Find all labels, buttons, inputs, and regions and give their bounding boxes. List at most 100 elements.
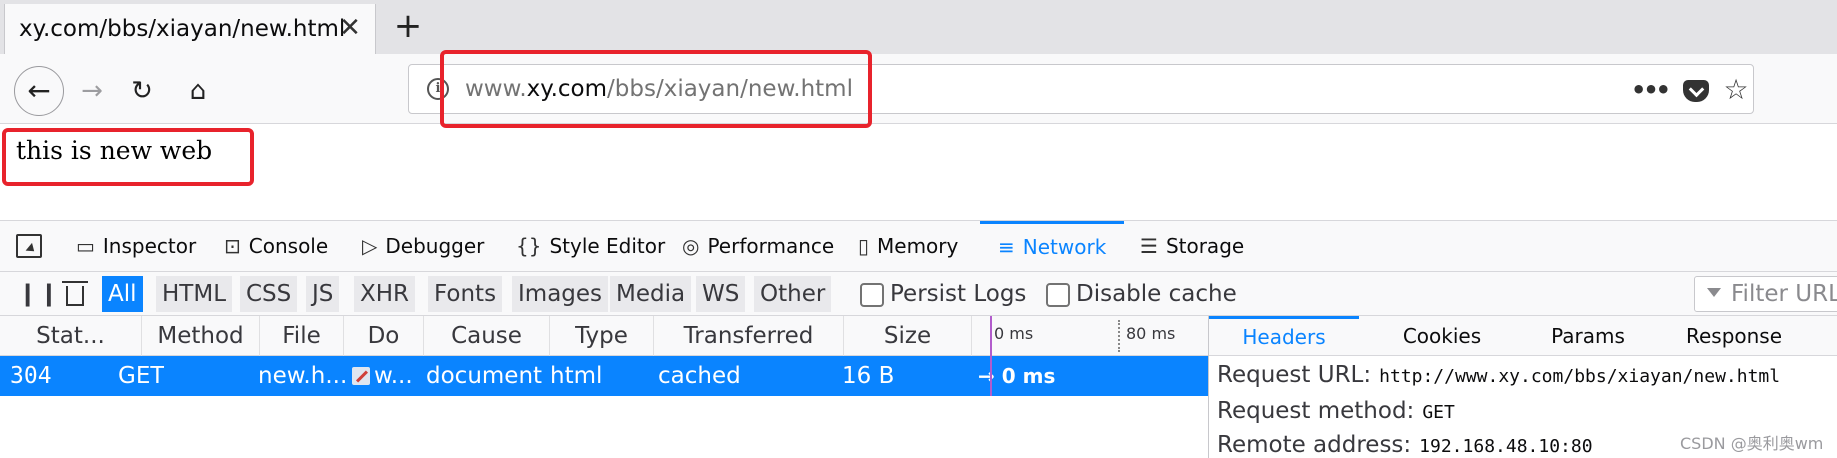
timeline-tick-80: 80 ms xyxy=(1126,324,1176,343)
remote-address-label: Remote address: xyxy=(1217,432,1412,458)
filter-urls-placeholder: Filter URLs xyxy=(1731,281,1837,307)
column-file[interactable]: File xyxy=(260,316,344,356)
tab-label: Inspector xyxy=(102,234,197,258)
column-cause[interactable]: Cause xyxy=(424,316,550,356)
tab-label: Network xyxy=(1022,235,1107,259)
cell-size: 16 B xyxy=(842,363,895,389)
request-method-value: GET xyxy=(1422,402,1455,423)
browser-tab[interactable]: xy.com/bbs/xiayan/new.html ✕ xyxy=(4,4,376,54)
memory-icon: ▯ xyxy=(858,234,870,258)
pause-icon[interactable]: ❙❙ xyxy=(18,276,59,312)
filter-other-button[interactable]: Other xyxy=(754,276,832,312)
tab-response[interactable]: Response xyxy=(1661,316,1807,356)
reload-button[interactable]: ↻ xyxy=(120,69,164,113)
cell-domain-text: w... xyxy=(374,363,413,389)
filter-fonts-button[interactable]: Fonts xyxy=(428,276,503,312)
cell-cause: document xyxy=(426,363,543,389)
tab-label: Performance xyxy=(707,234,835,258)
tab-title: xy.com/bbs/xiayan/new.html xyxy=(19,16,346,42)
insecure-icon xyxy=(352,367,370,385)
remote-address-value: 192.168.48.10:80 xyxy=(1419,436,1593,457)
tab-inspector[interactable]: ▭ Inspector xyxy=(76,221,196,273)
watermark: CSDN @奥利奥wm xyxy=(1680,434,1824,453)
details-tabs: Headers Cookies Params Response xyxy=(1209,316,1837,356)
filter-html-button[interactable]: HTML xyxy=(156,276,233,312)
request-url-line: Request URL: http://www.xy.com/bbs/xiayan… xyxy=(1217,362,1780,388)
tab-storage[interactable]: ☰ Storage xyxy=(1140,221,1244,273)
page-content: this is new web xyxy=(0,124,1837,220)
tab-label: Storage xyxy=(1165,234,1245,258)
timeline-tick-0: 0 ms xyxy=(994,324,1034,343)
request-table-header: Stat... Method File Do Cause Type Transf… xyxy=(0,316,1208,356)
tab-cookies[interactable]: Cookies xyxy=(1369,316,1515,356)
tab-label: Memory xyxy=(877,234,959,258)
bookmark-star-icon[interactable]: ☆ xyxy=(1719,73,1753,107)
column-method[interactable]: Method xyxy=(142,316,260,356)
network-icon: ≡ xyxy=(998,235,1015,259)
devtools-toolbar: ▭ Inspector ⊡ Console ▷ Debugger {} Style Ed… xyxy=(0,220,1837,272)
disable-cache-label: Disable cache xyxy=(1076,281,1237,307)
tab-network[interactable]: ≡ Network xyxy=(980,221,1125,273)
tab-label: Style Editor xyxy=(549,234,666,258)
inspector-icon: ▭ xyxy=(76,234,95,258)
request-url-label: Request URL: xyxy=(1217,362,1372,388)
column-type[interactable]: Type xyxy=(550,316,654,356)
home-button[interactable]: ⌂ xyxy=(176,69,220,113)
cell-method: GET xyxy=(118,363,165,389)
navigation-toolbar: ← → ↻ ⌂ i www.xy.com/bbs/xiayan/new.html… xyxy=(0,54,1837,124)
new-tab-button[interactable]: + xyxy=(384,4,432,50)
pocket-icon[interactable] xyxy=(1677,73,1711,107)
filter-ws-button[interactable]: WS xyxy=(696,276,746,312)
tab-strip: xy.com/bbs/xiayan/new.html ✕ + xyxy=(0,0,1837,54)
forward-button[interactable]: → xyxy=(70,69,114,113)
filter-all-button[interactable]: All xyxy=(102,276,143,312)
request-method-line: Request method: GET xyxy=(1217,398,1455,424)
network-filter-bar: ❙❙ All HTML CSS JS XHR Fonts Images Medi… xyxy=(0,272,1837,316)
column-size[interactable]: Size xyxy=(844,316,972,356)
tab-label: Console xyxy=(248,234,329,258)
disable-cache-checkbox[interactable] xyxy=(1046,283,1070,307)
tab-memory[interactable]: ▯ Memory xyxy=(858,221,958,273)
remote-address-line: Remote address: 192.168.48.10:80 xyxy=(1217,432,1593,458)
console-icon: ⊡ xyxy=(224,234,241,258)
cell-status: 304 xyxy=(10,363,52,389)
cell-type: html xyxy=(550,363,603,389)
page-actions-icon[interactable]: ••• xyxy=(1631,73,1671,107)
annotation-box-url xyxy=(440,50,872,128)
tab-headers[interactable]: Headers xyxy=(1209,316,1359,356)
annotation-box-page-text xyxy=(2,128,254,186)
filter-js-button[interactable]: JS xyxy=(306,276,340,312)
tab-params[interactable]: Params xyxy=(1515,316,1661,356)
request-method-label: Request method: xyxy=(1217,398,1415,424)
braces-icon: {} xyxy=(516,234,542,258)
column-status[interactable]: Stat... xyxy=(0,316,142,356)
close-icon[interactable]: ✕ xyxy=(333,10,367,46)
performance-icon: ◎ xyxy=(682,234,700,258)
persist-logs-label: Persist Logs xyxy=(890,281,1027,307)
timeline-tick-line xyxy=(1118,320,1120,352)
storage-icon: ☰ xyxy=(1140,234,1158,258)
trash-icon[interactable] xyxy=(58,276,92,312)
request-url-value: http://www.xy.com/bbs/xiayan/new.html xyxy=(1379,366,1781,387)
timeline-marker xyxy=(990,316,992,396)
filter-css-button[interactable]: CSS xyxy=(240,276,298,312)
filter-urls-input[interactable]: Filter URLs xyxy=(1694,276,1837,312)
column-domain[interactable]: Do xyxy=(344,316,424,356)
filter-images-button[interactable]: Images xyxy=(512,276,609,312)
request-table-empty-area xyxy=(0,396,1208,458)
cell-domain: w... xyxy=(352,356,413,396)
persist-logs-checkbox[interactable] xyxy=(860,283,884,307)
tab-style-editor[interactable]: {} Style Editor xyxy=(516,221,665,273)
back-button[interactable]: ← xyxy=(14,66,64,116)
tab-debugger[interactable]: ▷ Debugger xyxy=(362,221,484,273)
column-transferred[interactable]: Transferred xyxy=(654,316,844,356)
tab-console[interactable]: ⊡ Console xyxy=(224,221,328,273)
element-picker-icon[interactable] xyxy=(16,234,42,258)
table-row[interactable]: 304 GET new.h... w... document html cach… xyxy=(0,356,1208,396)
filter-xhr-button[interactable]: XHR xyxy=(354,276,416,312)
filter-media-button[interactable]: Media xyxy=(610,276,692,312)
tab-performance[interactable]: ◎ Performance xyxy=(682,221,834,273)
debugger-icon: ▷ xyxy=(362,234,378,258)
filter-icon xyxy=(1707,288,1721,297)
cell-file: new.h... xyxy=(258,363,348,389)
